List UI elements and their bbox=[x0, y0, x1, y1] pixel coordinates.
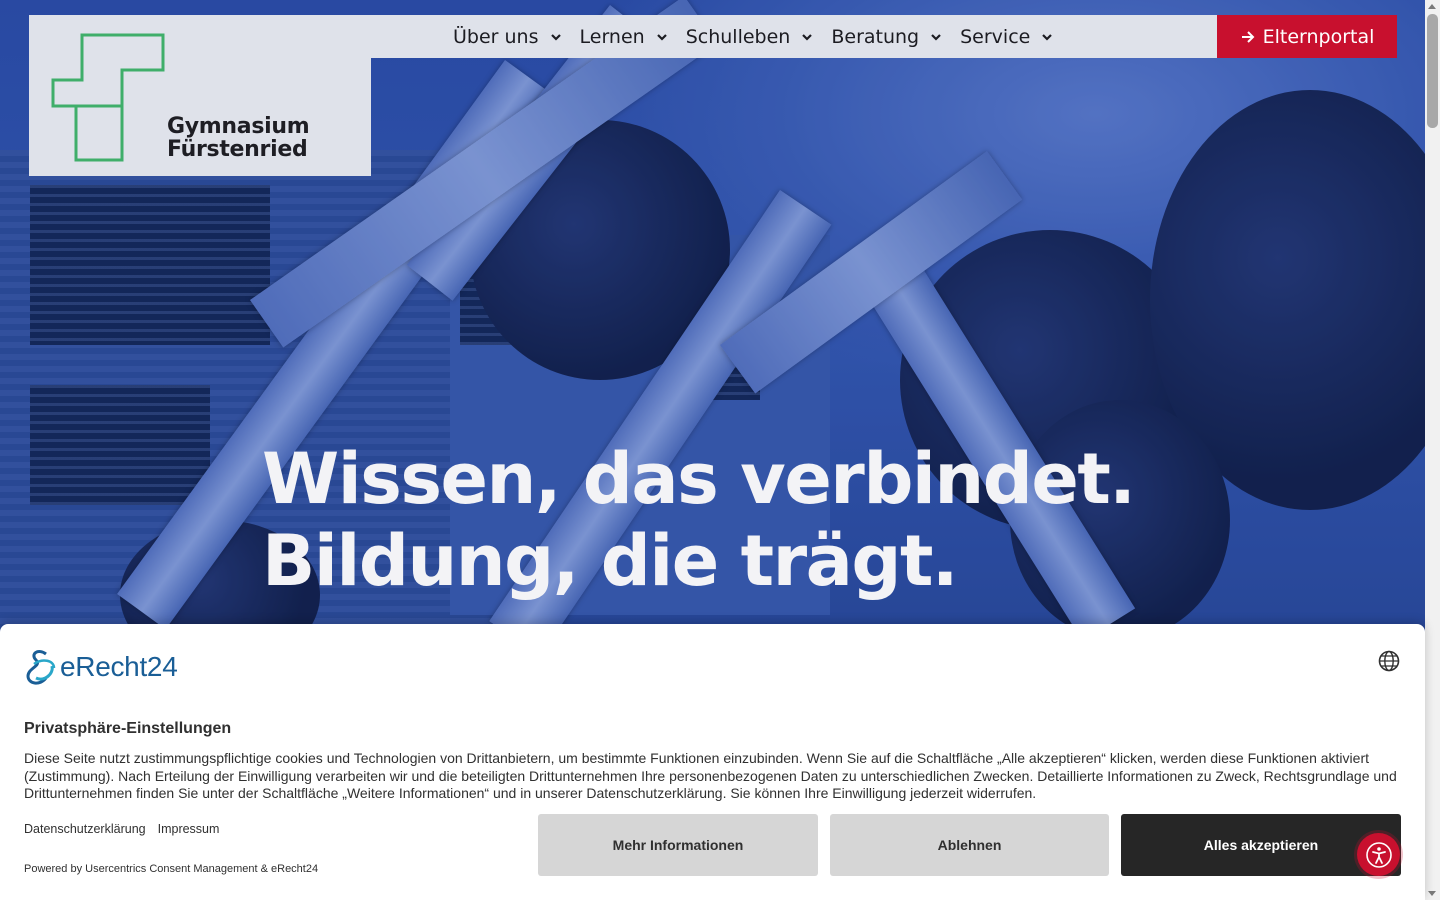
scrollbar-thumb[interactable] bbox=[1427, 14, 1438, 128]
scroll-down-icon[interactable] bbox=[1428, 891, 1436, 896]
hero-headline: Wissen, das verbindet. Bildung, die träg… bbox=[262, 438, 1136, 602]
nav-label: Service bbox=[960, 25, 1031, 48]
logo-line-2: Fürstenried bbox=[167, 137, 308, 162]
chevron-down-icon bbox=[550, 33, 561, 41]
elternportal-button[interactable]: Elternportal bbox=[1217, 15, 1397, 58]
nav-label: Beratung bbox=[831, 25, 920, 48]
hero-line-2: Bildung, die trägt. bbox=[262, 520, 959, 602]
logo-line-1: Gymnasium bbox=[167, 114, 310, 139]
consent-title: Privatsphäre-Einstellungen bbox=[24, 720, 232, 737]
deny-button[interactable]: Ablehnen bbox=[830, 814, 1109, 876]
erecht24-brand-text: eRecht24 bbox=[60, 651, 178, 682]
consent-banner: eRecht24 Privatsphäre-Einstellungen Dies… bbox=[0, 624, 1425, 900]
imprint-link[interactable]: Impressum bbox=[158, 822, 220, 836]
nav-item-lernen[interactable]: Lernen bbox=[580, 26, 669, 48]
scroll-up-icon[interactable] bbox=[1428, 4, 1436, 9]
elternportal-label: Elternportal bbox=[1262, 25, 1375, 48]
logo-text: Gymnasium Fürstenried bbox=[167, 114, 310, 162]
accessibility-icon bbox=[1365, 841, 1392, 868]
globe-icon[interactable] bbox=[1378, 650, 1400, 672]
chevron-down-icon bbox=[656, 33, 667, 41]
more-information-button[interactable]: Mehr Informationen bbox=[538, 814, 818, 876]
consent-description: Diese Seite nutzt zustimmungspflichtige … bbox=[24, 750, 1397, 801]
logo-mark-icon bbox=[51, 33, 165, 162]
site-logo[interactable]: Gymnasium Fürstenried bbox=[29, 15, 371, 176]
consent-links: Datenschutzerklärung Impressum bbox=[24, 822, 231, 836]
nav-item-ueber-uns[interactable]: Über uns bbox=[453, 26, 563, 48]
nav-item-beratung[interactable]: Beratung bbox=[831, 26, 943, 48]
chevron-down-icon bbox=[802, 33, 813, 41]
arrow-right-icon bbox=[1241, 30, 1255, 43]
nav-item-schulleben[interactable]: Schulleben bbox=[686, 26, 815, 48]
chevron-down-icon bbox=[931, 33, 941, 41]
nav-item-service[interactable]: Service bbox=[960, 26, 1054, 48]
powered-by-text: Powered by Usercentrics Consent Manageme… bbox=[24, 863, 319, 875]
nav-label: Über uns bbox=[453, 25, 539, 48]
hero-line-1: Wissen, das verbindet. bbox=[262, 438, 1136, 520]
privacy-policy-link[interactable]: Datenschutzerklärung bbox=[24, 822, 146, 836]
page-scrollbar[interactable] bbox=[1425, 0, 1440, 900]
nav-label: Lernen bbox=[579, 25, 645, 48]
nav-label: Schulleben bbox=[685, 25, 791, 48]
erecht24-mark-icon bbox=[26, 650, 56, 685]
main-navigation: Über uns Lernen Schulleben Beratung Serv… bbox=[371, 15, 1217, 58]
erecht24-logo: eRecht24 bbox=[24, 648, 178, 686]
chevron-down-icon bbox=[1042, 33, 1053, 41]
accessibility-button[interactable] bbox=[1357, 833, 1400, 876]
